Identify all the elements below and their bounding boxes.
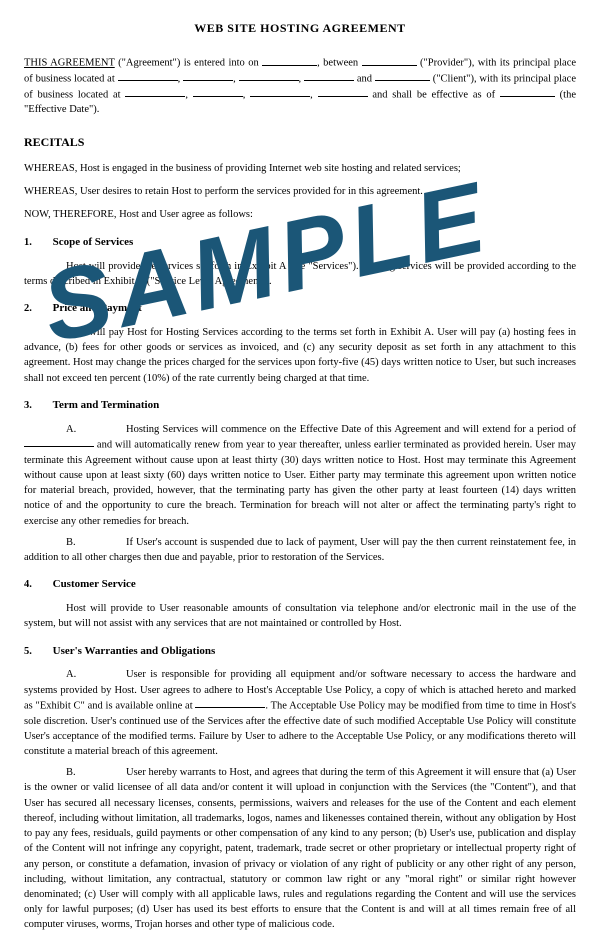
- label-b: B.: [24, 535, 126, 550]
- section-1-head: 1. Scope of Services: [24, 235, 576, 251]
- section-3-num: 3.: [24, 398, 50, 413]
- document-title: WEB SITE HOSTING AGREEMENT: [24, 20, 576, 37]
- section-4-head: 4. Customer Service: [24, 577, 576, 593]
- section-5-head: 5. User's Warranties and Obligations: [24, 644, 576, 660]
- section-1-num: 1.: [24, 235, 50, 250]
- intro-paragraph: THIS AGREEMENT ("Agreement") is entered …: [24, 55, 576, 117]
- section-3-title: Term and Termination: [53, 399, 160, 411]
- label-a: A.: [24, 422, 126, 437]
- blank-date: [262, 55, 317, 65]
- intro-underline: THIS AGREEMENT: [24, 58, 115, 69]
- section-3-head: 3. Term and Termination: [24, 398, 576, 414]
- section-2-head: 2. Price and Payment: [24, 301, 576, 317]
- blank-client: [375, 71, 430, 81]
- section-4-title: Customer Service: [53, 578, 136, 590]
- blank-addr1b: [183, 71, 233, 81]
- recital-2: WHEREAS, User desires to retain Host to …: [24, 184, 576, 199]
- blank-addr2b: [193, 87, 243, 97]
- label-b2: B.: [24, 765, 126, 780]
- blank-addr2a: [125, 87, 185, 97]
- section-2-title: Price and Payment: [53, 302, 142, 314]
- document-page: SAMPLE WEB SITE HOSTING AGREEMENT THIS A…: [0, 0, 600, 934]
- label-a2: A.: [24, 667, 126, 682]
- section-4-num: 4.: [24, 577, 50, 592]
- section-3a: A.Hosting Services will commence on the …: [24, 422, 576, 529]
- blank-addr1a: [118, 71, 178, 81]
- section-1-title: Scope of Services: [53, 236, 134, 248]
- section-2-body: User will pay Host for Hosting Services …: [24, 325, 576, 386]
- recitals-heading: RECITALS: [24, 134, 576, 151]
- section-5-title: User's Warranties and Obligations: [53, 645, 216, 657]
- blank-period: [24, 437, 94, 447]
- blank-addr1d: [304, 71, 354, 81]
- section-5a: A.User is responsible for providing all …: [24, 667, 576, 759]
- blank-provider: [362, 55, 417, 65]
- section-4-body: Host will provide to User reasonable amo…: [24, 601, 576, 631]
- blank-effective: [500, 87, 555, 97]
- recital-1: WHEREAS, Host is engaged in the business…: [24, 161, 576, 176]
- section-2-num: 2.: [24, 301, 50, 316]
- blank-addr1c: [239, 71, 299, 81]
- blank-url: [195, 698, 265, 708]
- section-3b: B.If User's account is suspended due to …: [24, 535, 576, 565]
- section-1-body: Host will provide the services set forth…: [24, 259, 576, 289]
- now-therefore: NOW, THEREFORE, Host and User agree as f…: [24, 207, 576, 222]
- section-5-num: 5.: [24, 644, 50, 659]
- blank-addr2c: [250, 87, 310, 97]
- section-5b: B.User hereby warrants to Host, and agre…: [24, 765, 576, 932]
- blank-addr2d: [318, 87, 368, 97]
